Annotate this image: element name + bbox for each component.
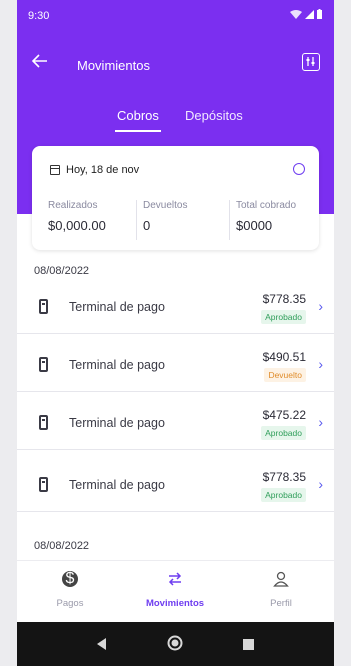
- tabs: Cobros Depósitos: [17, 104, 334, 132]
- section-date: 08/08/2022: [34, 540, 90, 552]
- status-badge: Aprobado: [261, 488, 306, 502]
- chevron-right-icon: ›: [318, 414, 323, 430]
- arrow-left-icon[interactable]: [31, 52, 55, 76]
- signal-icon: [305, 9, 314, 19]
- status-badge: Devuelto: [264, 368, 306, 382]
- tab-label: Cobros: [117, 108, 159, 123]
- section-date: 08/08/2022: [34, 265, 90, 277]
- summary-value: $0,000.00: [48, 218, 106, 233]
- tab-label: Depósitos: [185, 108, 243, 123]
- transaction-amount: $490.51: [262, 350, 306, 364]
- summary-columns: Realizados $0,000.00 Devueltos 0 Total c…: [32, 200, 319, 240]
- status-badge: Aprobado: [261, 426, 306, 440]
- transaction-amount: $778.35: [262, 470, 306, 484]
- summary-card: Hoy, 18 de nov Realizados $0,000.00 Devu…: [32, 146, 319, 250]
- tab-cobros[interactable]: Cobros: [115, 108, 161, 132]
- transaction-name: Terminal de pago: [69, 478, 165, 492]
- summary-devueltos: Devueltos 0: [136, 200, 187, 240]
- calendar-icon: [50, 165, 60, 175]
- coin-icon: $: [62, 571, 78, 587]
- active-tab-indicator: [115, 130, 161, 132]
- transaction-row[interactable]: Terminal de pago $475.22 Aprobado ›: [17, 398, 334, 450]
- user-icon: [273, 571, 289, 587]
- chevron-right-icon: ›: [318, 476, 323, 492]
- wifi-icon: [290, 9, 302, 19]
- status-time: 9:30: [28, 10, 50, 22]
- summary-label: Devueltos: [143, 200, 188, 211]
- transaction-amount: $475.22: [262, 408, 306, 422]
- transaction-row[interactable]: Terminal de pago $490.51 Devuelto ›: [17, 340, 334, 392]
- transaction-row[interactable]: Terminal de pago $778.35 Aprobado ›: [17, 282, 334, 334]
- filter-icon[interactable]: [302, 53, 320, 71]
- summary-label: Realizados: [48, 200, 98, 211]
- nav-item-perfil[interactable]: Perfil: [236, 561, 326, 623]
- status-bar: 9:30: [17, 0, 334, 30]
- chevron-right-icon: ›: [318, 298, 323, 314]
- transaction-name: Terminal de pago: [69, 300, 165, 314]
- pos-terminal-icon: [39, 299, 48, 314]
- chevron-right-icon: ›: [318, 356, 323, 372]
- transaction-name: Terminal de pago: [69, 416, 165, 430]
- summary-label: Total cobrado: [236, 200, 297, 211]
- back-triangle-icon[interactable]: [97, 637, 107, 655]
- summary-total-cobrado: Total cobrado $0000: [229, 200, 296, 240]
- status-icons: [290, 9, 322, 19]
- phone-screen: 9:30 Movimientos Cobros Depósitos Hoy, 1…: [17, 0, 334, 666]
- recents-square-icon[interactable]: [243, 637, 254, 655]
- nav-label: Pagos: [56, 598, 84, 609]
- transaction-row[interactable]: Terminal de pago $778.35 Aprobado ›: [17, 460, 334, 512]
- summary-date: Hoy, 18 de nov: [50, 164, 139, 176]
- status-badge: Aprobado: [261, 310, 306, 324]
- app-header: Movimientos: [17, 46, 334, 82]
- home-circle-icon[interactable]: [167, 635, 183, 656]
- transaction-name: Terminal de pago: [69, 358, 165, 372]
- bottom-navigation: $ Pagos Movimientos Perfil: [17, 560, 334, 622]
- summary-date-label: Hoy, 18 de nov: [66, 164, 140, 176]
- pos-terminal-icon: [39, 357, 48, 372]
- summary-value: 0: [143, 218, 151, 233]
- swap-arrows-icon: [167, 571, 183, 587]
- tab-depositos[interactable]: Depósitos: [185, 108, 243, 123]
- nav-label: Perfil: [270, 598, 292, 609]
- nav-label: Movimientos: [145, 598, 205, 609]
- nav-item-movimientos[interactable]: Movimientos: [130, 561, 220, 623]
- nav-item-pagos[interactable]: $ Pagos: [25, 561, 115, 623]
- info-icon[interactable]: [293, 163, 305, 175]
- page-title: Movimientos: [77, 58, 150, 73]
- pos-terminal-icon: [39, 415, 48, 430]
- summary-value: $0000: [236, 218, 273, 233]
- battery-icon: [317, 9, 322, 19]
- pos-terminal-icon: [39, 477, 48, 492]
- summary-realizados: Realizados $0,000.00: [48, 200, 106, 240]
- transaction-amount: $778.35: [262, 292, 306, 306]
- system-navigation-bar: [17, 622, 334, 666]
